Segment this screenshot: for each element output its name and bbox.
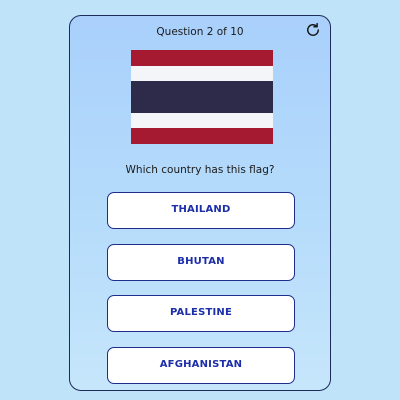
flag-stripe-white-top: [131, 65, 273, 82]
flag-stripe-blue: [131, 81, 273, 113]
question-progress: Question 2 of 10: [156, 26, 244, 38]
flag-image: [131, 50, 273, 144]
flag-stripe-red-bottom: [131, 128, 273, 144]
restart-icon[interactable]: [304, 21, 322, 39]
answer-option-afghanistan[interactable]: AFGHANISTAN: [107, 346, 295, 384]
flag-stripe-white-bottom: [131, 112, 273, 129]
answer-option-thailand[interactable]: THAILAND: [107, 192, 295, 229]
quiz-card: Question 2 of 10 Which country has this …: [69, 15, 331, 391]
question-text: Which country has this flag?: [125, 164, 275, 176]
answer-option-palestine[interactable]: PALESTINE: [107, 295, 295, 332]
flag-stripe-red-top: [131, 50, 273, 66]
answer-option-bhutan[interactable]: BHUTAN: [107, 243, 295, 281]
